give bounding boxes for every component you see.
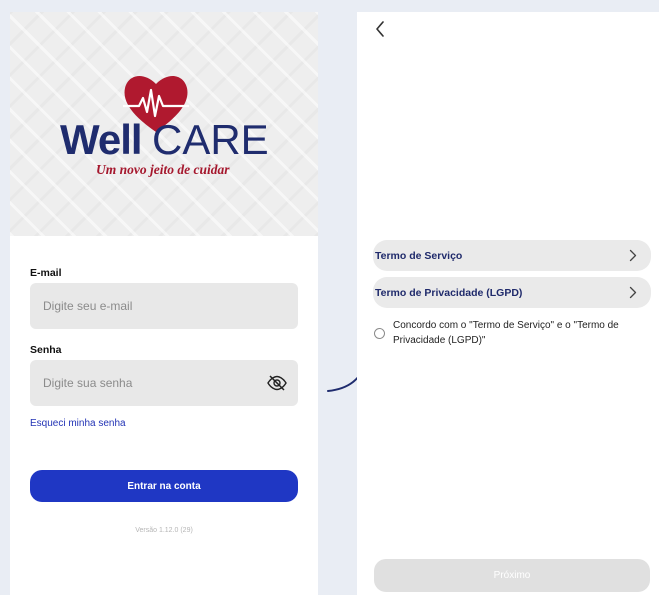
chevron-right-icon [629, 286, 637, 299]
eye-off-icon[interactable] [267, 375, 287, 391]
email-field[interactable] [41, 298, 255, 314]
back-chevron-icon[interactable] [369, 18, 391, 40]
password-label: Senha [30, 344, 62, 356]
agree-terms-label[interactable]: Concordo com o "Termo de Serviço" e o "T… [393, 318, 651, 348]
logo-well-text: Well [60, 116, 143, 163]
privacy-policy-label: Termo de Privacidade (LGPD) [375, 286, 523, 299]
password-field-container[interactable] [30, 360, 298, 406]
login-screen: Well CARE Um novo jeito de cuidar E-mail… [10, 12, 318, 595]
logo-tagline: Um novo jeito de cuidar [96, 162, 230, 177]
wellcare-logo: Well CARE Um novo jeito de cuidar [60, 70, 270, 190]
next-button[interactable]: Próximo [374, 559, 650, 592]
chevron-right-icon [629, 249, 637, 262]
terms-screen: Termo de Serviço Termo de Privacidade (L… [357, 12, 659, 595]
terms-of-service-label: Termo de Serviço [375, 249, 463, 262]
login-button[interactable]: Entrar na conta [30, 470, 298, 502]
privacy-policy-row[interactable]: Termo de Privacidade (LGPD) [373, 277, 651, 308]
email-label: E-mail [30, 267, 62, 279]
forgot-password-link[interactable]: Esqueci minha senha [30, 418, 126, 429]
password-field[interactable] [41, 375, 255, 391]
terms-of-service-row[interactable]: Termo de Serviço [373, 240, 651, 271]
app-version: Versão 1.12.0 (29) [135, 527, 193, 534]
hero-banner: Well CARE Um novo jeito de cuidar [10, 12, 318, 236]
logo-care-text: CARE [152, 116, 269, 163]
email-field-container[interactable] [30, 283, 298, 329]
agree-radio-button[interactable] [374, 328, 385, 339]
